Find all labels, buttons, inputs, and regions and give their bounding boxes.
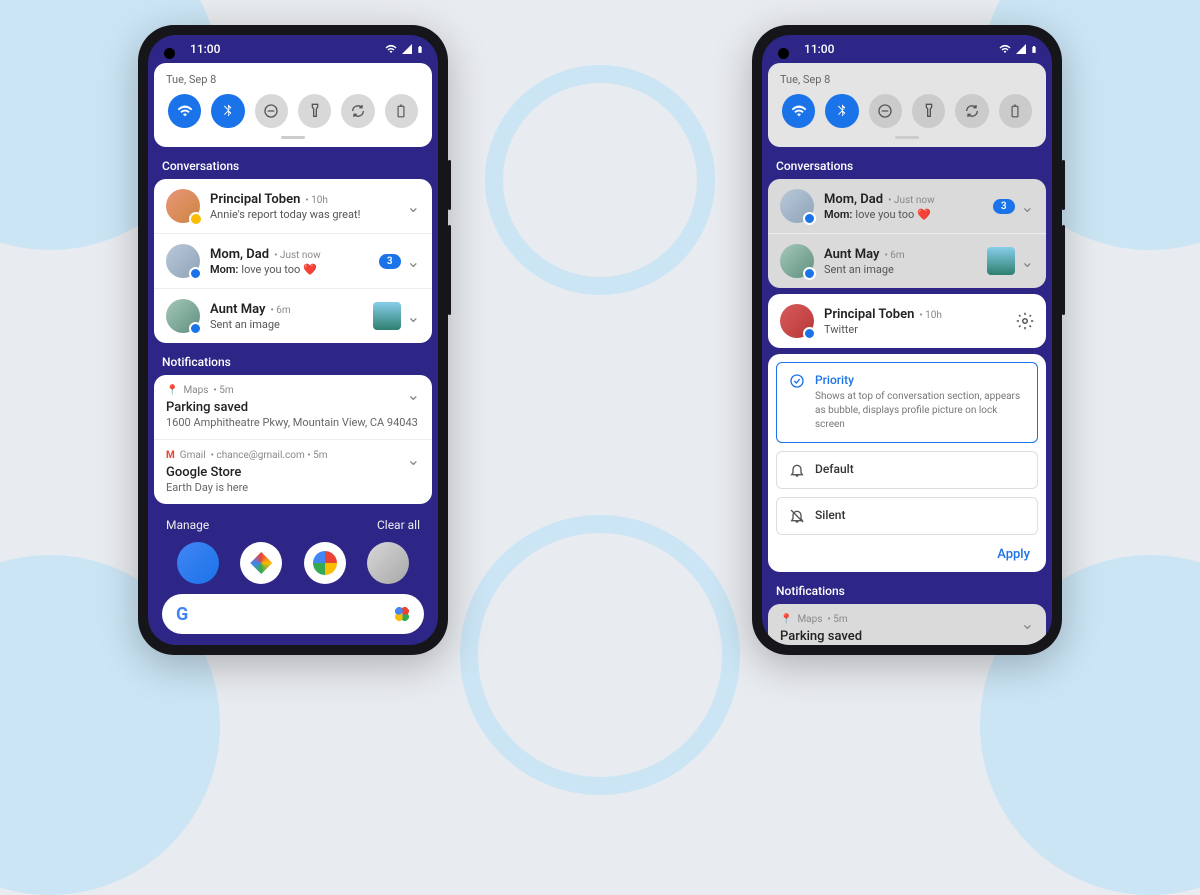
avatar: [166, 244, 200, 278]
assistant-icon[interactable]: [394, 606, 410, 622]
avatar: [780, 244, 814, 278]
signal-icon: [401, 43, 413, 55]
search-bar[interactable]: G: [162, 594, 424, 634]
home-dock: [148, 540, 438, 594]
wifi-icon: [998, 43, 1012, 55]
bluetooth-tile[interactable]: [825, 94, 858, 128]
battery-icon: [1030, 43, 1038, 56]
conversations-header: Conversations: [762, 153, 1052, 179]
drag-handle[interactable]: [895, 136, 919, 139]
flashlight-tile[interactable]: [298, 94, 331, 128]
silent-option[interactable]: Silent: [776, 497, 1038, 535]
conversation-item[interactable]: Mom, Dad• Just now Mom:love you too❤️ 3 …: [768, 179, 1046, 234]
conversation-item[interactable]: Principal Toben• 10h Annie's report toda…: [154, 179, 432, 234]
battery-tile[interactable]: [999, 94, 1032, 128]
priority-icon: [789, 373, 805, 432]
chevron-down-icon[interactable]: ⌄: [407, 450, 420, 469]
status-bar: 11:00: [762, 35, 1052, 63]
wifi-icon: [384, 43, 398, 55]
app-badge-icon: [803, 267, 816, 280]
maps-icon: 📍: [166, 385, 178, 396]
apply-button[interactable]: Apply: [776, 543, 1038, 564]
count-badge: 3: [993, 199, 1015, 214]
app-badge-icon: [189, 322, 202, 335]
maps-icon: 📍: [780, 614, 792, 625]
clear-all-button[interactable]: Clear all: [377, 518, 420, 532]
count-badge: 3: [379, 254, 401, 269]
conversations-card: Mom, Dad• Just now Mom:love you too❤️ 3 …: [768, 179, 1046, 288]
clock: 11:00: [190, 42, 220, 56]
battery-icon: [416, 43, 424, 56]
manage-button[interactable]: Manage: [166, 518, 209, 532]
chevron-down-icon[interactable]: ⌄: [1021, 197, 1034, 216]
drag-handle[interactable]: [281, 136, 305, 139]
app-badge-icon: [189, 267, 202, 280]
priority-option[interactable]: Priority Shows at top of conversation se…: [776, 362, 1038, 443]
wifi-tile[interactable]: [782, 94, 815, 128]
notifications-card: 📍Maps• 5m Parking saved 1600 Amphitheatr…: [154, 375, 432, 504]
conversation-expanded: Principal Toben• 10h Twitter: [768, 294, 1046, 348]
conversations-header: Conversations: [148, 153, 438, 179]
battery-tile[interactable]: [385, 94, 418, 128]
heart-icon: ❤️: [917, 208, 931, 221]
bell-icon: [789, 462, 805, 478]
phone-left: 11:00 Tue, Sep 8 Conversations Principal…: [138, 25, 448, 655]
image-thumbnail: [373, 302, 401, 330]
camera-app-icon[interactable]: [367, 542, 409, 584]
notification-item[interactable]: 📍Maps• 5m Parking saved ⌄: [768, 604, 1046, 645]
flashlight-tile[interactable]: [912, 94, 945, 128]
chevron-down-icon[interactable]: ⌄: [407, 307, 420, 326]
status-bar: 11:00: [148, 35, 438, 63]
priority-settings: Priority Shows at top of conversation se…: [768, 354, 1046, 572]
google-logo-icon: G: [176, 604, 188, 625]
dnd-tile[interactable]: [255, 94, 288, 128]
conversation-item[interactable]: Mom, Dad• Just now Mom:love you too❤️ 3 …: [154, 234, 432, 289]
heart-icon: ❤️: [303, 263, 317, 276]
bell-off-icon: [789, 508, 805, 524]
gmail-icon: M: [166, 450, 175, 461]
default-option[interactable]: Default: [776, 451, 1038, 489]
chevron-down-icon[interactable]: ⌄: [407, 385, 420, 404]
rotate-tile[interactable]: [341, 94, 374, 128]
chevron-down-icon[interactable]: ⌄: [407, 197, 420, 216]
quick-settings[interactable]: Tue, Sep 8: [154, 63, 432, 147]
qs-date: Tue, Sep 8: [780, 73, 1034, 86]
phone-right: 11:00 Tue, Sep 8 Conversations Mom, Dad•…: [752, 25, 1062, 655]
rotate-tile[interactable]: [955, 94, 988, 128]
notifications-header: Notifications: [762, 578, 1052, 604]
conversations-card: Principal Toben• 10h Annie's report toda…: [154, 179, 432, 343]
clock: 11:00: [804, 42, 834, 56]
chevron-down-icon[interactable]: ⌄: [407, 252, 420, 271]
bluetooth-tile[interactable]: [211, 94, 244, 128]
conversation-item[interactable]: Aunt May• 6m Sent an image ⌄: [154, 289, 432, 343]
chrome-app-icon[interactable]: [304, 542, 346, 584]
conversation-item[interactable]: Principal Toben• 10h Twitter: [768, 294, 1046, 348]
quick-settings[interactable]: Tue, Sep 8: [768, 63, 1046, 147]
play-store-app-icon[interactable]: [240, 542, 282, 584]
dnd-tile[interactable]: [869, 94, 902, 128]
avatar: [166, 189, 200, 223]
avatar: [780, 304, 814, 338]
image-thumbnail: [987, 247, 1015, 275]
conversation-item[interactable]: Aunt May• 6m Sent an image ⌄: [768, 234, 1046, 288]
signal-icon: [1015, 43, 1027, 55]
qs-date: Tue, Sep 8: [166, 73, 420, 86]
messages-app-icon[interactable]: [177, 542, 219, 584]
gear-icon[interactable]: [1016, 312, 1034, 330]
avatar: [780, 189, 814, 223]
app-badge-icon: [803, 212, 816, 225]
wifi-tile[interactable]: [168, 94, 201, 128]
notifications-header: Notifications: [148, 349, 438, 375]
chevron-down-icon[interactable]: ⌄: [1021, 614, 1034, 633]
notification-item[interactable]: 📍Maps• 5m Parking saved 1600 Amphitheatr…: [154, 375, 432, 440]
notifications-card: 📍Maps• 5m Parking saved ⌄: [768, 604, 1046, 645]
avatar: [166, 299, 200, 333]
priority-badge-icon: [189, 212, 203, 226]
notification-item[interactable]: MGmail• chance@gmail.com • 5m Google Sto…: [154, 440, 432, 504]
app-badge-icon: [803, 327, 816, 340]
chevron-down-icon[interactable]: ⌄: [1021, 252, 1034, 271]
